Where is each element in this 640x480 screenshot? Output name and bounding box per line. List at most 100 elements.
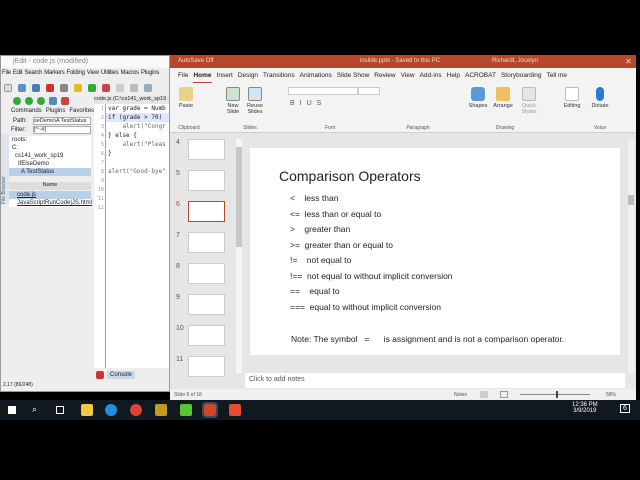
operator-item[interactable]: > greater than <box>290 224 350 234</box>
zoom-slider-thumb[interactable] <box>556 391 558 398</box>
operator-item[interactable]: < less than <box>290 193 338 203</box>
tab-favorites[interactable]: Favorites <box>69 108 94 114</box>
operator-item[interactable]: !== not equal to without implicit conver… <box>290 271 453 281</box>
slide-sorter-icon[interactable] <box>500 391 508 398</box>
menu-plugins[interactable]: Plugins <box>141 70 159 80</box>
font-format-buttons[interactable]: BIUS <box>290 100 326 107</box>
chrome-icon[interactable] <box>130 404 142 416</box>
reuse-slides-button[interactable]: Reuse Slides <box>244 87 266 115</box>
close-icon[interactable] <box>46 84 54 92</box>
edge-icon[interactable] <box>105 404 117 416</box>
font-name-dropdown[interactable] <box>288 87 358 95</box>
operator-item[interactable]: == equal to <box>290 286 340 296</box>
operator-item[interactable]: >= greater than or equal to <box>290 240 393 250</box>
arrange-button[interactable]: Arrange <box>490 87 516 109</box>
menu-folding[interactable]: Folding <box>67 70 85 80</box>
undo-icon[interactable] <box>74 84 82 92</box>
ribbon-tab[interactable]: ACROBAT <box>465 72 496 83</box>
autosave-toggle[interactable]: AutoSave Off <box>178 58 214 64</box>
zoom-level[interactable]: 58% <box>606 392 616 398</box>
ribbon-tab[interactable]: File <box>178 72 188 83</box>
ribbon-tab[interactable]: Design <box>238 72 258 83</box>
shapes-button[interactable]: Shapes <box>466 87 490 109</box>
code-line[interactable]: } else { <box>108 132 137 139</box>
notification-badge[interactable]: 6 <box>620 404 630 413</box>
slide-scrollbar[interactable] <box>628 139 634 373</box>
filter-input[interactable]: [^~#] <box>33 126 91 134</box>
tab-commands[interactable]: Commands <box>11 108 42 114</box>
tree-item-selected[interactable]: A TestStatus <box>9 168 91 176</box>
close-dock-icon[interactable] <box>96 371 104 379</box>
file-item[interactable]: code.js <box>9 191 91 199</box>
path-dropdown[interactable]: seDemo\A TestStatus <box>33 117 91 125</box>
operator-item[interactable]: <= less than or equal to <box>290 209 381 219</box>
menu-view[interactable]: View <box>87 70 99 80</box>
slide-thumbnail[interactable] <box>188 294 225 315</box>
menu-file[interactable]: File <box>2 70 11 80</box>
code-line[interactable]: alert("Pleas <box>108 141 165 148</box>
menu-utilities[interactable]: Utilities <box>101 70 119 80</box>
task-view-icon[interactable] <box>56 406 64 414</box>
code-line[interactable]: } <box>108 150 112 157</box>
zoom-slider[interactable] <box>520 394 590 395</box>
notes-button[interactable]: Notes <box>454 392 467 398</box>
camtasia-green-icon[interactable] <box>180 404 192 416</box>
file-explorer-icon[interactable] <box>81 404 93 416</box>
code-line[interactable]: if (grade > 70) <box>108 114 162 121</box>
forward-icon[interactable] <box>25 97 33 105</box>
file-item[interactable]: JavaScriptRunCode|JS.html <box>9 199 92 207</box>
tree-item[interactable]: IfElseDemo <box>9 160 91 168</box>
ribbon-tab[interactable]: Storyboarding <box>501 72 541 83</box>
quick-styles-button[interactable]: Quick Styles <box>517 87 541 115</box>
cut-icon[interactable] <box>102 84 110 92</box>
menu-markers[interactable]: Markers <box>44 70 64 80</box>
ribbon-tab[interactable]: Home <box>193 72 212 83</box>
slide-thumbnail[interactable] <box>188 232 225 253</box>
home-icon[interactable] <box>61 97 69 105</box>
open-icon[interactable] <box>18 84 26 92</box>
paste-button[interactable]: Paste <box>176 87 196 109</box>
slide-title[interactable]: Comparison Operators <box>279 168 421 184</box>
jedit-icon[interactable] <box>155 404 167 416</box>
ribbon-tab[interactable]: Animations <box>300 72 332 83</box>
ribbon-tab[interactable]: Transitions <box>263 72 295 83</box>
slide-thumbnail[interactable] <box>188 263 225 284</box>
file-browser-side-tab[interactable]: File Browser <box>1 134 9 204</box>
reload-icon[interactable] <box>49 97 57 105</box>
tab-plugins[interactable]: Plugins <box>46 108 66 114</box>
ribbon-tab[interactable]: Add-ins <box>420 72 442 83</box>
ribbon-tab[interactable]: Insert <box>217 72 233 83</box>
dictate-button[interactable]: Dictate <box>588 87 612 109</box>
buffer-tab[interactable]: code.js (C:\cs141_work_sp19 <box>94 96 169 104</box>
slide-thumbnail[interactable] <box>188 170 225 191</box>
tree-item[interactable]: C: <box>9 144 91 152</box>
slide-thumbnail[interactable] <box>188 139 225 160</box>
ribbon-tab[interactable]: Slide Show <box>337 72 370 83</box>
save-icon[interactable] <box>32 84 40 92</box>
up-icon[interactable] <box>37 97 45 105</box>
operator-item[interactable]: === equal to without implicit conversion <box>290 302 441 312</box>
ribbon-tab[interactable]: Review <box>374 72 395 83</box>
code-editor[interactable]: code.js (C:\cs141_work_sp19 1 var grade =… <box>94 96 169 368</box>
slide-thumbnail[interactable] <box>188 356 225 377</box>
user-name[interactable]: Richardt, Jocelyn <box>492 58 538 64</box>
tree-item[interactable]: roots: <box>9 136 91 144</box>
find-icon[interactable] <box>144 84 152 92</box>
normal-view-icon[interactable] <box>480 391 488 398</box>
font-size-dropdown[interactable] <box>358 87 380 95</box>
start-icon[interactable] <box>8 406 16 414</box>
slide-note-text[interactable]: Note: The symbol = is assignment and is … <box>291 334 564 344</box>
new-slide-button[interactable]: New Slide <box>222 87 244 115</box>
console-tab[interactable]: Console <box>107 371 136 379</box>
camtasia-icon[interactable] <box>229 404 241 416</box>
close-window-icon[interactable]: ✕ <box>625 57 632 66</box>
slide-canvas[interactable]: Comparison Operators < less than <= less … <box>250 148 620 355</box>
slide-thumbnail[interactable] <box>188 325 225 346</box>
code-line[interactable]: alert("Good-bye" <box>108 168 166 175</box>
new-file-icon[interactable] <box>4 84 12 92</box>
print-icon[interactable] <box>60 84 68 92</box>
paste-icon[interactable] <box>130 84 138 92</box>
search-icon[interactable]: ⌕ <box>32 404 37 415</box>
editing-button[interactable]: Editing <box>560 87 584 109</box>
notes-pane[interactable]: Click to add notes <box>245 373 625 388</box>
